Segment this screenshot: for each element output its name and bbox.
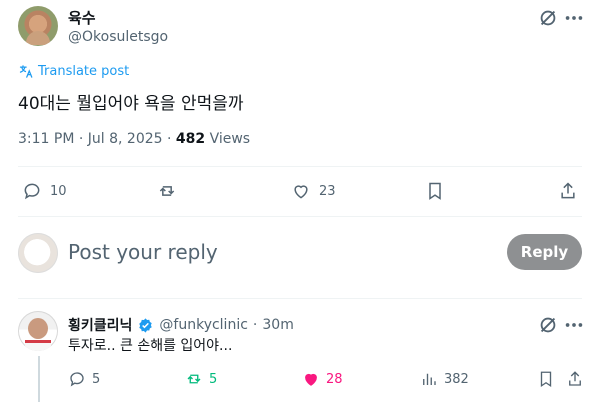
comment-author-avatar[interactable] [18,311,58,351]
repost-icon [159,186,175,196]
comment-repost-icon [187,374,201,384]
comment-like-count: 28 [326,371,343,387]
repost-action[interactable] [157,181,177,201]
comment-text: 투자로.. 큰 손해를 입어야... [68,338,233,354]
like-action[interactable]: 23 [291,181,336,201]
thread-line [38,356,40,402]
verified-badge-icon [139,317,153,333]
post-views-count: 482 [175,131,206,147]
author-handle[interactable]: @Okosuletsgo [68,29,168,45]
like-count: 23 [319,183,336,199]
comment-author-handle[interactable]: @funkyclinic [159,317,248,333]
reply-count: 10 [50,183,67,199]
author-avatar[interactable] [18,6,58,46]
more-options-icon[interactable] [563,7,585,29]
share-icon[interactable] [558,181,578,201]
comment-heart-icon [305,373,317,386]
translate-icon [19,65,33,78]
post-metadata: 3:11 PM · Jul 8, 2025 · 482 Views [18,131,250,147]
comment-reply-count: 5 [92,371,101,387]
reply-action[interactable]: 10 [22,181,67,201]
post-text: 40대는 뭘입어야 욕을 안먹을까 [18,94,244,114]
comment-grok-icon[interactable] [537,314,559,336]
comment-views-action[interactable]: 382 [420,370,469,388]
post-views-label: Views [205,131,251,147]
comment-like-action[interactable]: 28 [302,370,343,388]
grok-icon[interactable] [537,7,559,29]
divider [18,216,582,217]
reply-button[interactable]: Reply [507,234,582,270]
divider [18,298,582,299]
analytics-icon [423,373,436,385]
divider [18,166,582,167]
bookmark-icon[interactable] [425,181,445,201]
comment-more-options-icon[interactable] [563,314,585,336]
reply-input[interactable]: Post your reply [68,240,218,264]
comment-time[interactable]: 30m [262,317,293,333]
comment-view-count: 382 [444,371,469,387]
comment-reply-icon [70,372,84,387]
comment-share-icon[interactable] [566,370,584,388]
comment-author-name[interactable]: 횡키클리닉 [68,315,132,335]
comment-separator: · [252,317,258,333]
translate-label: Translate post [38,64,130,79]
comment-repost-action[interactable]: 5 [185,370,217,388]
translate-post-link[interactable]: Translate post [18,64,129,79]
comment-reply-action[interactable]: 5 [68,370,100,388]
comment-bookmark-icon[interactable] [537,370,555,388]
author-name[interactable]: 육수 [68,7,96,28]
heart-icon [294,185,308,199]
current-user-avatar[interactable] [18,233,58,273]
comment-repost-count: 5 [209,371,218,387]
comment-header: 횡키클리닉 @funkyclinic · 30m [68,315,294,335]
post-timestamp[interactable]: 3:11 PM · Jul 8, 2025 · [18,131,176,147]
reply-icon [24,183,40,200]
